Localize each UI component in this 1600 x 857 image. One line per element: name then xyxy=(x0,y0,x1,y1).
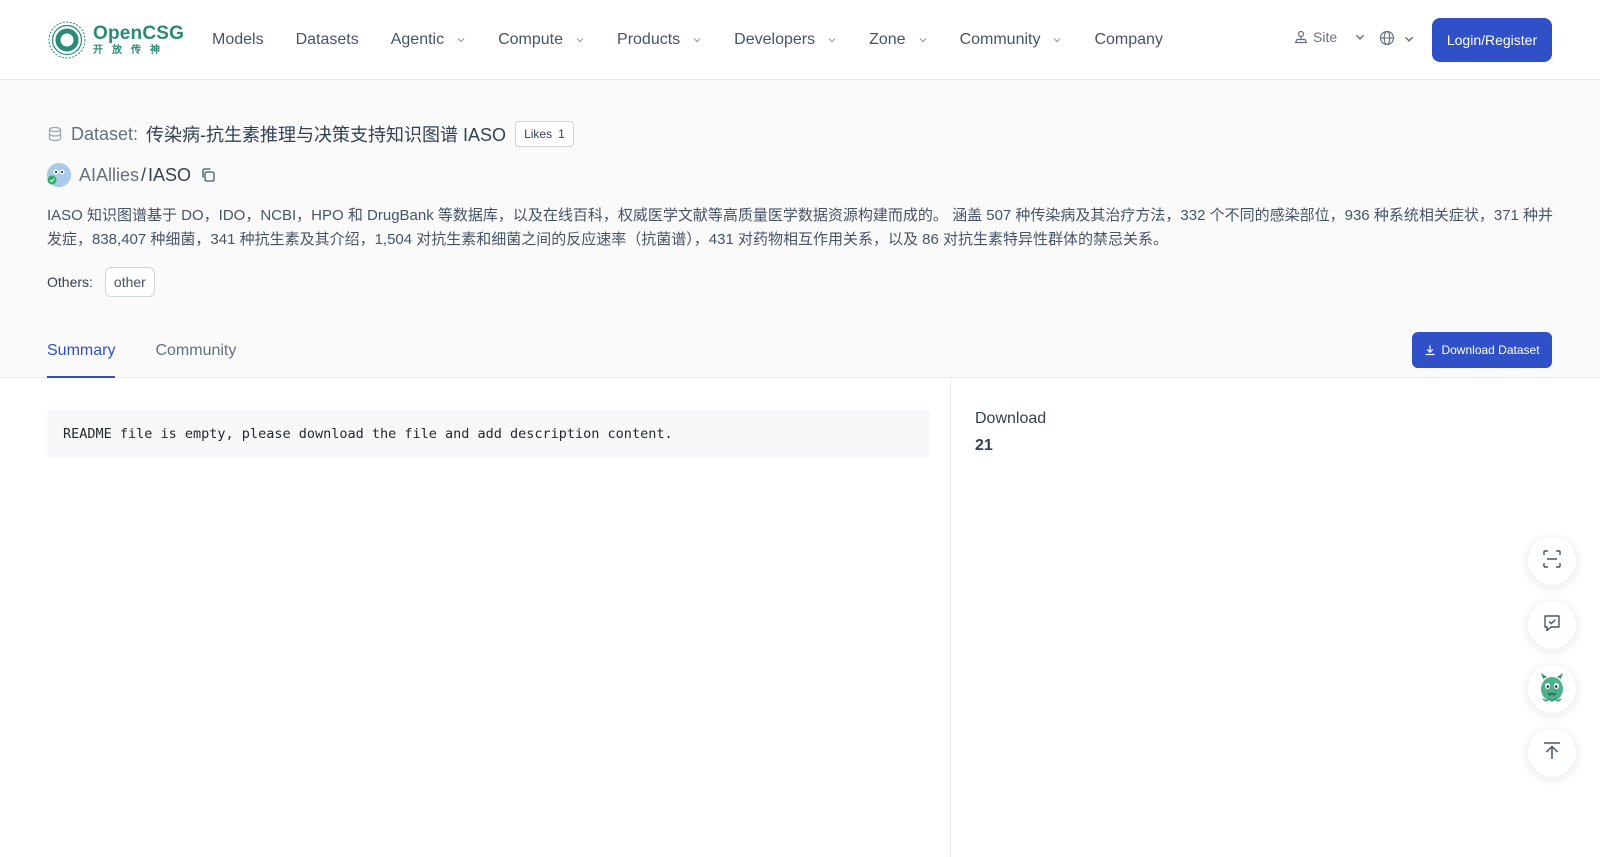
chevron-down-icon xyxy=(1354,31,1366,43)
others-label: Others: xyxy=(47,274,93,290)
dataset-header: Dataset: 传染病-抗生素推理与决策支持知识图谱 IASO Likes 1… xyxy=(0,80,1600,378)
dataset-tabs: Summary Community xyxy=(47,342,276,378)
scan-icon xyxy=(1542,549,1562,574)
logo-mark-icon xyxy=(47,20,87,60)
dataset-name: 传染病-抗生素推理与决策支持知识图谱 IASO xyxy=(146,125,507,145)
main-menu: Models Datasets Agentic Compute Products… xyxy=(212,0,1195,80)
site-icon xyxy=(1293,29,1309,45)
owner-repo-row: AIAllies / IASO xyxy=(47,162,216,188)
chevron-down-icon xyxy=(1052,35,1062,45)
likes-label: Likes xyxy=(524,127,553,141)
chevron-down-icon xyxy=(1403,32,1415,50)
back-to-top-button[interactable] xyxy=(1528,729,1576,777)
download-icon xyxy=(1425,345,1435,356)
nav-datasets[interactable]: Datasets xyxy=(296,31,359,49)
nav-compute-label: Compute xyxy=(498,31,564,48)
nav-compute[interactable]: Compute xyxy=(498,31,585,49)
site-label: Site xyxy=(1313,29,1338,45)
tab-summary[interactable]: Summary xyxy=(47,342,116,378)
back-to-top-icon xyxy=(1541,740,1563,767)
feedback-button[interactable] xyxy=(1528,601,1576,649)
repo-name: IASO xyxy=(148,164,192,185)
content-divider xyxy=(950,378,951,857)
download-stat-count: 21 xyxy=(975,437,993,454)
top-navbar: OpenCSG 开放传神 Models Datasets Agentic Com… xyxy=(0,0,1600,80)
globe-icon xyxy=(1379,30,1395,51)
dataset-description: IASO 知识图谱基于 DO，IDO，NCBI，HPO 和 DrugBank 等… xyxy=(47,207,1554,248)
database-icon xyxy=(47,126,63,142)
nav-community[interactable]: Community xyxy=(960,31,1063,49)
feedback-check-icon xyxy=(1542,613,1562,638)
chevron-down-icon xyxy=(918,35,928,45)
site-selector[interactable]: Site xyxy=(1293,29,1366,45)
nav-models-label: Models xyxy=(212,31,264,48)
language-selector[interactable] xyxy=(1379,30,1415,51)
chevron-down-icon xyxy=(827,35,837,45)
download-dataset-label: Download Dataset xyxy=(1441,343,1540,357)
nav-zone[interactable]: Zone xyxy=(869,31,927,49)
assistant-button[interactable] xyxy=(1528,665,1576,713)
nav-datasets-label: Datasets xyxy=(295,31,359,48)
dataset-type-label: Dataset: xyxy=(71,123,139,144)
mascot-icon xyxy=(1534,669,1570,710)
tab-community[interactable]: Community xyxy=(155,342,236,378)
owner-link[interactable]: AIAllies xyxy=(79,165,139,186)
nav-community-label: Community xyxy=(959,31,1041,48)
nav-products[interactable]: Products xyxy=(617,31,702,49)
chevron-down-icon xyxy=(692,35,702,45)
login-register-button[interactable]: Login/Register xyxy=(1432,18,1552,62)
opencsg-logo[interactable]: OpenCSG 开放传神 xyxy=(47,18,184,62)
nav-company[interactable]: Company xyxy=(1094,31,1162,49)
chevron-down-icon xyxy=(456,35,466,45)
tag-other[interactable]: other xyxy=(104,267,155,297)
nav-developers[interactable]: Developers xyxy=(734,31,837,49)
brand-tagline: 开放传神 xyxy=(93,45,169,56)
dataset-title-row: Dataset: 传染病-抗生素推理与决策支持知识图谱 IASO Likes 1 xyxy=(47,120,574,148)
nav-company-label: Company xyxy=(1094,31,1163,48)
readme-empty-notice: README file is empty, please download th… xyxy=(47,410,930,458)
download-dataset-button[interactable]: Download Dataset xyxy=(1412,332,1552,368)
tags-row: Others: other xyxy=(47,266,155,298)
copy-icon[interactable] xyxy=(200,167,216,183)
download-stat-title: Download xyxy=(975,410,1047,427)
likes-count: 1 xyxy=(558,127,565,141)
nav-agentic-label: Agentic xyxy=(390,31,445,48)
path-separator: / xyxy=(141,164,147,185)
likes-button[interactable]: Likes 1 xyxy=(515,121,574,147)
avatar[interactable] xyxy=(47,163,71,187)
nav-developers-label: Developers xyxy=(734,31,816,48)
nav-products-label: Products xyxy=(617,31,681,48)
nav-agentic[interactable]: Agentic xyxy=(391,31,466,49)
brand-name: OpenCSG xyxy=(93,23,185,44)
nav-zone-label: Zone xyxy=(869,31,906,48)
scan-button[interactable] xyxy=(1528,537,1576,585)
chevron-down-icon xyxy=(575,35,585,45)
readme-text: README file is empty, please download th… xyxy=(63,426,673,442)
nav-models[interactable]: Models xyxy=(212,31,264,49)
